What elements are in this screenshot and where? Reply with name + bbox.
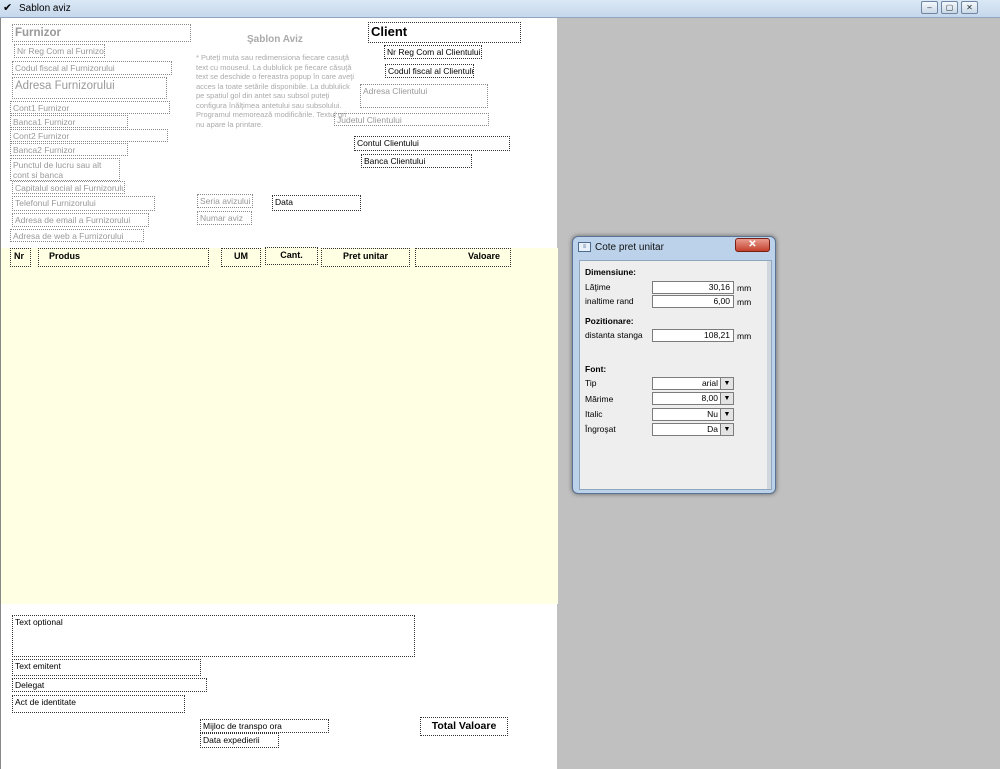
header-produs[interactable]: Produs: [38, 248, 209, 267]
chevron-down-icon[interactable]: ▼: [720, 424, 733, 435]
inaltime-unit: mm: [737, 297, 752, 307]
dialog-close-button[interactable]: ✕: [735, 238, 770, 252]
ingrosat-value: Da: [707, 424, 718, 434]
aviz-data-field[interactable]: Data: [272, 195, 361, 211]
client-name-field[interactable]: Client: [368, 22, 521, 43]
latime-input[interactable]: 30,16: [652, 281, 734, 294]
marime-value: 8,00: [701, 393, 718, 403]
furnizor-banca2-field[interactable]: Banca2 Furnizor: [10, 143, 128, 156]
distanta-label: distanta stanga: [585, 330, 643, 340]
text-emitent-field[interactable]: Text emitent: [12, 659, 201, 676]
window-title: Sablon aviz: [19, 3, 71, 14]
minimize-button[interactable]: –: [921, 1, 938, 14]
client-adresa-field[interactable]: Adresa Clientului: [360, 84, 488, 108]
section-font: Font:: [585, 364, 607, 374]
furnizor-capital-field[interactable]: Capitalul social al Furnizorului: [12, 181, 125, 194]
aviz-numar-field[interactable]: Numar aviz: [197, 211, 252, 225]
dialog-scrollbar[interactable]: [767, 261, 771, 489]
close-window-button[interactable]: ✕: [961, 1, 978, 14]
act-identitate-field[interactable]: Act de identitate: [12, 695, 185, 713]
client-banca-field[interactable]: Banca Clientului: [361, 154, 472, 168]
client-regcom-field[interactable]: Nr Reg Com al Clientului: [384, 45, 482, 59]
document-canvas: Furnizor Nr Reg Com al Furnizor Codul fi…: [0, 18, 558, 769]
restore-button[interactable]: ▢: [941, 1, 958, 14]
ingrosat-dropdown[interactable]: Da ▼: [652, 423, 734, 436]
chevron-down-icon[interactable]: ▼: [720, 393, 733, 404]
title-bar: ✔ Sablon aviz – ▢ ✕: [0, 0, 1000, 18]
tip-label: Tip: [585, 378, 597, 388]
ingrosat-label: Îngroşat: [585, 424, 616, 434]
furnizor-banca1-field[interactable]: Banca1 Furnizor: [10, 115, 128, 128]
dialog-body: Dimensiune: Lăţime 30,16 mm inaltime ran…: [579, 260, 772, 490]
client-codfiscal-field[interactable]: Codul fiscal al Clientului: [385, 64, 474, 78]
form-icon: ≡: [578, 242, 591, 252]
furnizor-cont2-field[interactable]: Cont2 Furnizor: [10, 129, 168, 142]
delegat-field[interactable]: Delegat: [12, 678, 207, 692]
aviz-seria-field[interactable]: Seria avizului: [197, 194, 253, 208]
distanta-input[interactable]: 108,21: [652, 329, 734, 342]
italic-label: Italic: [585, 409, 603, 419]
client-judet-field[interactable]: Judetul Clientului: [334, 113, 489, 126]
header-pret-unitar[interactable]: Pret unitar: [321, 248, 410, 267]
total-valoare-field[interactable]: Total Valoare: [420, 717, 508, 736]
marime-dropdown[interactable]: 8,00 ▼: [652, 392, 734, 405]
section-pozitionare: Pozitionare:: [585, 316, 634, 326]
furnizor-regcom-field[interactable]: Nr Reg Com al Furnizor: [14, 44, 105, 58]
client-cont-field[interactable]: Contul Clientului: [354, 136, 510, 151]
cote-pret-unitar-dialog: ≡ Cote pret unitar ✕ Dimensiune: Lăţime …: [572, 236, 776, 494]
header-valoare[interactable]: Valoare: [415, 248, 511, 267]
furnizor-cont1-field[interactable]: Cont1 Furnizor: [10, 101, 170, 114]
header-nr[interactable]: Nr: [10, 248, 31, 267]
furnizor-telefon-field[interactable]: Telefonul Furnizorului: [12, 196, 155, 211]
dialog-title: Cote pret unitar: [595, 242, 664, 253]
detail-area: [1, 248, 558, 604]
latime-label: Lăţime: [585, 282, 611, 292]
template-note: * Puteţi muta sau redimensiona fiecare c…: [196, 53, 355, 129]
latime-unit: mm: [737, 283, 752, 293]
furnizor-name-field[interactable]: Furnizor: [12, 24, 191, 42]
tip-dropdown[interactable]: arial ▼: [652, 377, 734, 390]
text-optional-field[interactable]: Text optional: [12, 615, 415, 657]
inaltime-label: inaltime rand: [585, 296, 634, 306]
furnizor-web-field[interactable]: Adresa de web a Furnizorului: [10, 229, 144, 242]
section-dimensiune: Dimensiune:: [585, 267, 637, 277]
mijloc-transport-field[interactable]: Mijloc de transpo ora: [200, 719, 329, 733]
furnizor-punct-lucru-field[interactable]: Punctul de lucru sau alt cont si banca: [10, 158, 120, 181]
header-cant[interactable]: Cant.: [265, 247, 318, 265]
chevron-down-icon[interactable]: ▼: [720, 409, 733, 420]
furnizor-email-field[interactable]: Adresa de email a Furnizorului: [12, 213, 149, 227]
distanta-unit: mm: [737, 331, 752, 341]
tip-value: arial: [701, 378, 718, 388]
app-check-icon: ✔: [3, 2, 13, 14]
template-title: Şablon Aviz: [247, 34, 303, 45]
chevron-down-icon[interactable]: ▼: [720, 378, 733, 389]
marime-label: Mărime: [585, 394, 614, 404]
italic-dropdown[interactable]: Nu ▼: [652, 408, 734, 421]
italic-value: Nu: [707, 409, 718, 419]
furnizor-codfiscal-field[interactable]: Codul fiscal al Furnizorului: [12, 61, 172, 75]
furnizor-adresa-field[interactable]: Adresa Furnizorului: [12, 77, 167, 99]
header-um[interactable]: UM: [221, 248, 261, 267]
data-expedierii-field[interactable]: Data expedierii: [200, 733, 279, 748]
inaltime-input[interactable]: 6,00: [652, 295, 734, 308]
